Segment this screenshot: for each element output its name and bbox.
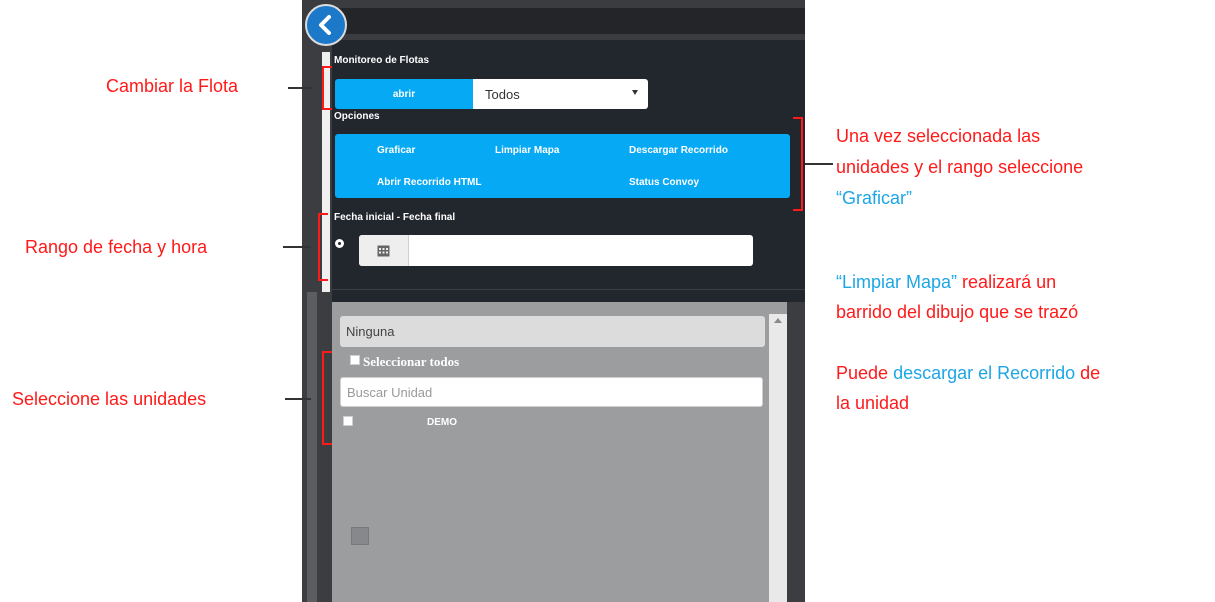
annotation-clear-quote: “Limpiar Mapa” <box>836 272 958 292</box>
calendar-icon <box>377 245 390 257</box>
unit-checkbox[interactable] <box>343 416 353 426</box>
annotation-download-line1: Puede descargar el Recorrido de <box>836 361 1100 385</box>
annotation-graficar-line1: Una vez seleccionada las <box>836 126 1041 146</box>
annotation-bracket <box>793 117 803 211</box>
fleet-select[interactable]: Todos <box>473 79 648 109</box>
fleet-section-title: Monitoreo de Flotas <box>334 55 429 66</box>
right-rail <box>787 302 805 602</box>
annotation-change-fleet: Cambiar la Flota <box>106 76 239 96</box>
units-scrollbar[interactable] <box>769 314 787 602</box>
limpiar-mapa-button[interactable]: Limpiar Mapa <box>495 145 559 156</box>
scroll-up-icon[interactable] <box>774 318 782 323</box>
caret-down-icon <box>632 90 638 95</box>
annotation-connector <box>283 246 311 248</box>
options-button-group: Graficar Limpiar Mapa Descargar Recorrid… <box>335 134 790 198</box>
annotation-connector <box>805 163 833 165</box>
unit-icon[interactable] <box>351 527 369 545</box>
date-range-input[interactable] <box>359 235 753 266</box>
annotation-clear-line2: barrido del dibujo que se trazó <box>836 302 1079 322</box>
annotation-clear-rest: realizará un <box>957 272 1057 292</box>
annotation-bracket <box>322 351 332 445</box>
annotation-download-line2: la unidad <box>836 393 910 413</box>
annotation-graficar-line2: unidades y el rango seleccione <box>836 157 1084 177</box>
annotation-download-highlight: descargar el Recorrido <box>893 363 1076 383</box>
annotation-connector <box>285 398 311 400</box>
annotation-connector <box>288 87 312 89</box>
date-range-radio[interactable] <box>335 239 344 248</box>
select-all-label: Seleccionar todos <box>363 354 460 369</box>
calendar-button[interactable] <box>359 235 409 266</box>
fleet-select-value: Todos <box>485 87 520 102</box>
fleet-filter-dropdown[interactable]: Ninguna <box>340 316 765 347</box>
annotation-date-range: Rango de fecha y hora <box>25 237 208 257</box>
annotation-bracket <box>318 213 328 281</box>
left-scrollbar[interactable] <box>307 292 317 602</box>
date-range-title: Fecha inicial - Fecha final <box>334 212 456 223</box>
annotation-select-units: Seleccione las unidades <box>12 389 207 409</box>
chevron-left-icon <box>319 15 331 35</box>
descargar-recorrido-button[interactable]: Descargar Recorrido <box>629 145 728 156</box>
annotation-download-start: Puede <box>836 363 894 383</box>
status-convoy-button[interactable]: Status Convoy <box>629 177 699 188</box>
open-fleet-button[interactable]: abrir <box>335 79 473 109</box>
top-bar-inner <box>332 8 805 34</box>
annotation-clear-line1: “Limpiar Mapa” realizará un <box>836 270 1056 294</box>
abrir-recorrido-html-button[interactable]: Abrir Recorrido HTML <box>377 177 481 188</box>
annotation-bracket <box>322 66 332 110</box>
search-unit-input[interactable] <box>340 377 763 407</box>
annotation-graficar-quote: “Graficar” <box>836 188 912 208</box>
annotation-download-end: de <box>1075 363 1101 383</box>
divider <box>332 289 805 290</box>
graficar-button[interactable]: Graficar <box>377 145 415 156</box>
units-panel <box>332 302 787 602</box>
options-title: Opciones <box>334 111 380 122</box>
select-all-checkbox[interactable] <box>350 355 360 365</box>
back-button[interactable] <box>305 4 347 46</box>
unit-label: DEMO <box>427 417 457 428</box>
